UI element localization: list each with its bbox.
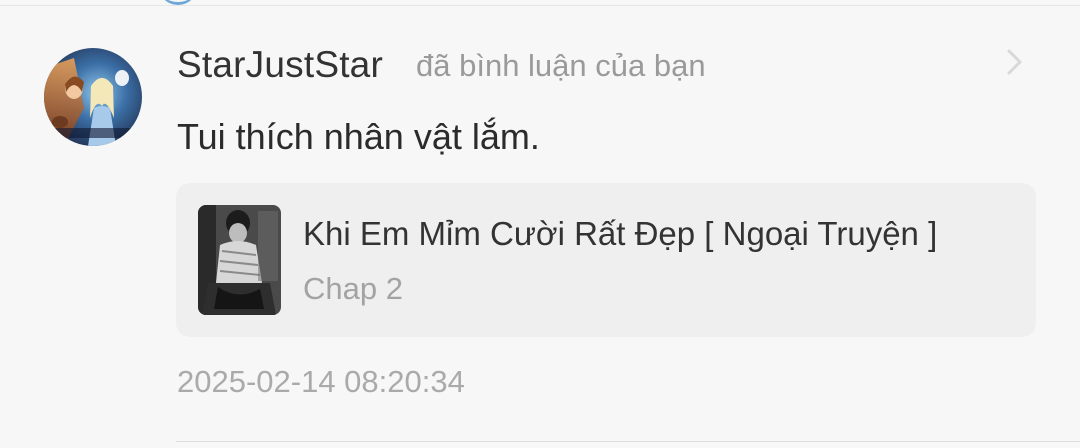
timestamp: 2025-02-14 08:20:34 [177,364,465,399]
story-cover [198,205,281,315]
top-edge-decoration [158,0,198,5]
comment-notification-item[interactable]: StarJustStar đã bình luận của bạn Tui th… [0,6,1080,446]
chapter-label: Chap 2 [303,271,403,306]
story-title: Khi Em Mỉm Cười Rất Đẹp [ Ngoại Truyện ] [303,215,938,252]
username[interactable]: StarJustStar [177,44,383,86]
story-cover-image [198,205,281,315]
chevron-right-icon[interactable] [998,46,1030,78]
story-card[interactable]: Khi Em Mỉm Cười Rất Đẹp [ Ngoại Truyện ]… [176,183,1036,337]
avatar-image [44,48,142,146]
comment-text: Tui thích nhân vật lắm. [177,116,540,157]
bottom-divider [176,441,1080,442]
user-avatar[interactable] [44,48,142,146]
notification-action-text: đã bình luận của bạn [416,48,706,83]
